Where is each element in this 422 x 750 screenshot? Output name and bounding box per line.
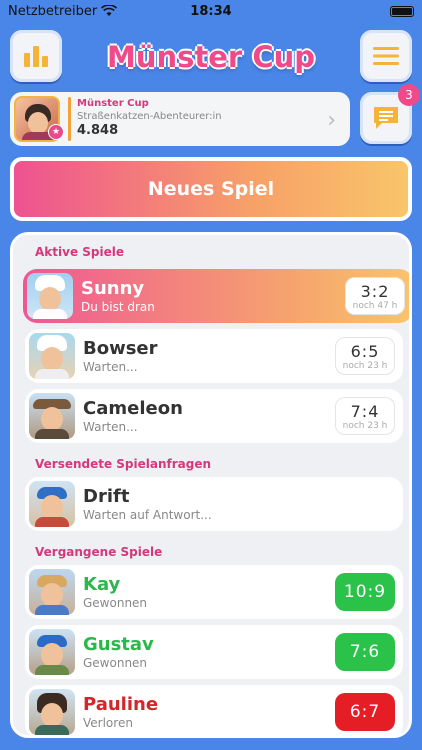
- game-result: Gewonnen: [83, 595, 148, 610]
- game-info: Gustav Gewonnen: [83, 634, 154, 670]
- score: 7:6: [349, 642, 381, 662]
- score: 6:5: [350, 341, 380, 361]
- score-box: 6:5 noch 23 h: [335, 337, 395, 375]
- profile-card[interactable]: ★ Münster Cup Straßenkatzen-Abenteurer:i…: [10, 92, 350, 146]
- game-info: Sunny Du bist dran: [81, 278, 155, 314]
- game-row-bowser[interactable]: Bowser Warten... 6:5 noch 23 h: [25, 329, 403, 383]
- game-row-pauline[interactable]: Pauline Verloren 6:7: [25, 685, 403, 735]
- game-info: Kay Gewonnen: [83, 574, 147, 610]
- section-active-games: Aktive Spiele: [35, 245, 124, 259]
- score-box: 3:2 noch 47 h: [345, 277, 405, 315]
- hamburger-menu-icon: [373, 47, 399, 65]
- section-past-games: Vergangene Spiele: [35, 545, 163, 559]
- profile-info: Münster Cup Straßenkatzen-Abenteurer:in …: [77, 98, 222, 139]
- score: 6:7: [349, 702, 381, 722]
- game-row-cameleon[interactable]: Cameleon Warten... 7:4 noch 23 h: [25, 389, 403, 443]
- avatar: [29, 689, 75, 735]
- player-points: 4.848: [77, 123, 119, 139]
- time-remaining: noch 23 h: [342, 420, 388, 431]
- score: 10:9: [343, 582, 387, 602]
- clock: 18:34: [190, 3, 232, 19]
- profile-divider: [68, 97, 71, 141]
- score-box: 6:7: [335, 693, 395, 731]
- player-name: Pauline: [83, 694, 159, 715]
- avatar: [29, 629, 75, 675]
- game-result: Verloren: [83, 715, 133, 730]
- player-title: Straßenkatzen-Abenteurer:in: [77, 110, 222, 122]
- player-name: Bowser: [83, 338, 158, 359]
- chat-bubble-icon: [374, 107, 398, 129]
- page-title: Münster Cup: [106, 40, 316, 74]
- request-info: Drift Warten auf Antwort...: [83, 486, 212, 522]
- score-box: 7:4 noch 23 h: [335, 397, 395, 435]
- avatar: [29, 393, 75, 439]
- game-row-gustav[interactable]: Gustav Gewonnen 7:6: [25, 625, 403, 679]
- chevron-right-icon: ›: [327, 108, 336, 133]
- game-row-sunny[interactable]: Sunny Du bist dran 3:2 noch 47 h: [23, 269, 409, 323]
- avatar: [29, 569, 75, 615]
- new-game-button[interactable]: Neues Spiel: [10, 157, 412, 221]
- time-remaining: noch 23 h: [342, 360, 388, 371]
- player-name: Kay: [83, 574, 121, 595]
- avatar: [27, 273, 73, 319]
- cup-name: Münster Cup: [77, 98, 149, 110]
- score-box: 7:6: [335, 633, 395, 671]
- game-status: Du bist dran: [81, 299, 155, 314]
- player-name: Gustav: [83, 634, 154, 655]
- games-panel: Aktive Spiele Sunny Du bist dran 3:2 noc…: [10, 232, 412, 738]
- trophy-icon: ★: [48, 124, 64, 140]
- score-box: 10:9: [335, 573, 395, 611]
- battery-icon: [390, 5, 414, 17]
- game-info: Cameleon Warten...: [83, 398, 183, 434]
- menu-button[interactable]: [360, 30, 412, 82]
- game-info: Bowser Warten...: [83, 338, 158, 374]
- score: 7:4: [350, 401, 380, 421]
- section-sent-requests: Versendete Spielanfragen: [35, 457, 212, 471]
- time-remaining: noch 47 h: [352, 300, 398, 311]
- request-row-drift[interactable]: Drift Warten auf Antwort...: [25, 477, 403, 531]
- avatar: [29, 333, 75, 379]
- status-bar: Netzbetreiber 18:34: [0, 0, 422, 22]
- game-info: Pauline Verloren: [83, 694, 158, 730]
- score: 3:2: [360, 281, 390, 301]
- game-result: Gewonnen: [83, 655, 148, 670]
- player-name: Sunny: [81, 278, 145, 299]
- player-name: Cameleon: [83, 398, 183, 419]
- request-status: Warten auf Antwort...: [83, 507, 212, 522]
- messages-badge: 3: [398, 84, 420, 106]
- game-status: Warten...: [83, 419, 138, 434]
- game-status: Warten...: [83, 359, 138, 374]
- avatar: [29, 481, 75, 527]
- game-row-kay[interactable]: Kay Gewonnen 10:9: [25, 565, 403, 619]
- player-name: Drift: [83, 486, 130, 507]
